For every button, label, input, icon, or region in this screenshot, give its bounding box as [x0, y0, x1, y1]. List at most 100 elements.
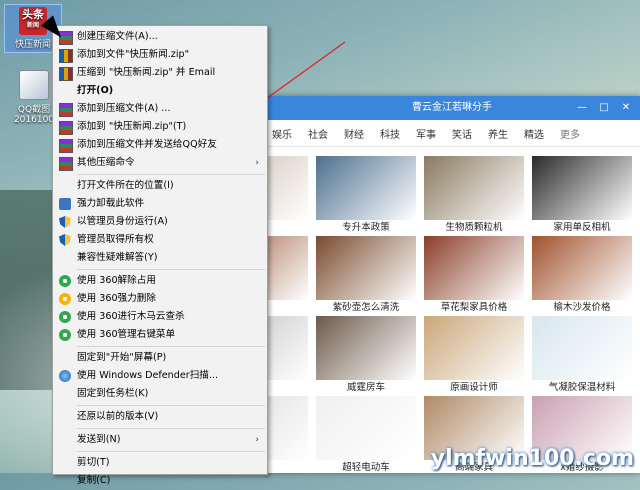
news-tile[interactable]: 草花梨家具价格 [424, 236, 524, 316]
tab-3[interactable]: 财经 [336, 126, 372, 141]
menu-item[interactable]: 使用 Windows Defender扫描... [53, 367, 267, 385]
news-thumbnail [316, 396, 416, 460]
news-caption: 威霆房车 [346, 382, 385, 393]
context-menu: 创建压缩文件(A)... 添加到文件"快压新闻.zip" 压缩到 "快压新闻.zip… [52, 25, 268, 486]
zip-icon [59, 49, 73, 63]
menu-item[interactable]: 使用 360强力删除 [53, 290, 267, 308]
menu-item[interactable]: 强力卸载此软件 [53, 195, 267, 213]
menu-item[interactable]: 其他压缩命令 › [53, 154, 267, 172]
menu-item[interactable]: 固定到"开始"屏幕(P) [53, 349, 267, 367]
maximize-icon[interactable]: □ [594, 96, 614, 120]
menu-item[interactable]: 剪切(T) [53, 454, 267, 472]
menu-item-label: 固定到"开始"屏幕(P) [77, 352, 167, 363]
menu-separator [77, 451, 265, 452]
news-tile[interactable]: 紫砂壶怎么清洗 [316, 236, 416, 316]
menu-item-label: 添加到文件"快压新闻.zip" [77, 49, 190, 60]
winrar-icon [59, 103, 73, 117]
tab-9[interactable]: 更多 [552, 126, 588, 141]
news-caption: 超轻电动车 [342, 462, 390, 473]
menu-item[interactable]: 以管理员身份运行(A) [53, 213, 267, 231]
minimize-icon[interactable]: — [572, 96, 592, 120]
chevron-right-icon: › [255, 158, 259, 168]
menu-item[interactable]: 复制(C) [53, 472, 267, 490]
news-tile[interactable]: 家用单反相机 [532, 156, 632, 236]
menu-item-label: 使用 360管理右键菜单 [77, 329, 176, 340]
menu-item-label: 固定到任务栏(K) [77, 388, 149, 399]
tab-7[interactable]: 养生 [480, 126, 516, 141]
winrar-icon [59, 121, 73, 135]
news-thumbnail [316, 316, 416, 380]
category-tabs: 娱乐 社会 财经 科技 军事 笑话 养生 精选 更多 [264, 120, 640, 147]
zip-icon [59, 67, 73, 81]
news-thumbnail [532, 236, 632, 300]
menu-item-label: 剪切(T) [77, 457, 110, 468]
news-tile[interactable]: 气凝胶保温材料 [532, 316, 632, 396]
menu-item[interactable]: 添加到文件"快压新闻.zip" [53, 46, 267, 64]
menu-item-label: 压缩到 "快压新闻.zip" 并 Email [77, 67, 216, 78]
tab-2[interactable]: 社会 [300, 126, 336, 141]
menu-item-label: 复制(C) [77, 475, 111, 486]
menu-item[interactable]: 打开文件所在的位置(I) [53, 177, 267, 195]
news-tile[interactable]: 专升本政策 [316, 156, 416, 236]
news-tile[interactable]: 超轻电动车 [316, 396, 416, 476]
menu-item[interactable]: 添加到 "快压新闻.zip"(T) [53, 118, 267, 136]
menu-separator [77, 174, 265, 175]
chevron-right-icon: › [255, 435, 259, 445]
tab-5[interactable]: 军事 [408, 126, 444, 141]
menu-item-label: 添加到压缩文件(A) ... [77, 103, 171, 114]
menu-item[interactable]: 固定到任务栏(K) [53, 385, 267, 403]
menu-item[interactable]: 发送到(N) › [53, 431, 267, 449]
menu-item-label: 其他压缩命令 [77, 157, 135, 168]
menu-item[interactable]: 添加到压缩文件(A) ... [53, 100, 267, 118]
image-file-icon [19, 70, 49, 100]
menu-item-label: 使用 Windows Defender扫描... [77, 370, 219, 381]
browser-titlebar: 曹云金江若琳分手 — □ ✕ [264, 96, 640, 120]
close-icon[interactable]: ✕ [616, 96, 636, 120]
menu-item-label: 还原以前的版本(V) [77, 411, 159, 422]
news-caption: 气凝胶保温材料 [548, 382, 616, 393]
news-thumbnail [424, 316, 524, 380]
news-thumbnail [316, 236, 416, 300]
menu-separator [77, 428, 265, 429]
news-caption: 专升本政策 [342, 222, 390, 233]
menu-item[interactable]: 打开(O) [53, 82, 267, 100]
toutiao-logo-icon: 头条 新闻 [19, 7, 47, 35]
menu-item[interactable]: 兼容性疑难解答(Y) [53, 249, 267, 267]
defender-icon [59, 370, 71, 382]
menu-item-label: 创建压缩文件(A)... [77, 31, 158, 42]
menu-item-label: 发送到(N) [77, 434, 121, 445]
news-tile[interactable]: 榆木沙发价格 [532, 236, 632, 316]
news-tile[interactable]: 威霆房车 [316, 316, 416, 396]
menu-item[interactable]: 使用 360解除占用 [53, 272, 267, 290]
menu-item[interactable]: 还原以前的版本(V) [53, 408, 267, 426]
tab-4[interactable]: 科技 [372, 126, 408, 141]
menu-item[interactable]: 使用 360进行木马云查杀 [53, 308, 267, 326]
news-tile[interactable]: 生物质颗粒机 [424, 156, 524, 236]
menu-item[interactable]: 添加到压缩文件并发送给QQ好友 [53, 136, 267, 154]
browser-window: 曹云金江若琳分手 — □ ✕ 娱乐社会财经科技军事笑话养生精选更多 xt5专升本… [208, 96, 640, 476]
news-thumbnail [532, 316, 632, 380]
menu-item-label: 打开文件所在的位置(I) [77, 180, 174, 191]
tab-8[interactable]: 精选 [516, 126, 552, 141]
360-icon [59, 293, 71, 305]
menu-item-label: 添加到压缩文件并发送给QQ好友 [77, 139, 217, 150]
menu-item[interactable]: 压缩到 "快压新闻.zip" 并 Email [53, 64, 267, 82]
menu-item-label: 打开(O) [77, 85, 114, 96]
shield-icon [59, 234, 71, 246]
360-icon [59, 329, 71, 341]
uninstall-icon [59, 198, 71, 210]
winrar-icon [59, 139, 73, 153]
news-caption: 草花梨家具价格 [440, 302, 508, 313]
menu-item[interactable]: 管理员取得所有权 [53, 231, 267, 249]
news-tile[interactable]: 原画设计师 [424, 316, 524, 396]
menu-item[interactable]: 使用 360管理右键菜单 [53, 326, 267, 344]
menu-separator [77, 269, 265, 270]
tab-1[interactable]: 娱乐 [264, 126, 300, 141]
news-caption: 榆木沙发价格 [553, 302, 611, 313]
menu-item[interactable]: 创建压缩文件(A)... [53, 28, 267, 46]
360-icon [59, 311, 71, 323]
tab-6[interactable]: 笑话 [444, 126, 480, 141]
menu-separator [77, 405, 265, 406]
menu-item-label: 兼容性疑难解答(Y) [77, 252, 158, 263]
news-thumbnail [424, 156, 524, 220]
